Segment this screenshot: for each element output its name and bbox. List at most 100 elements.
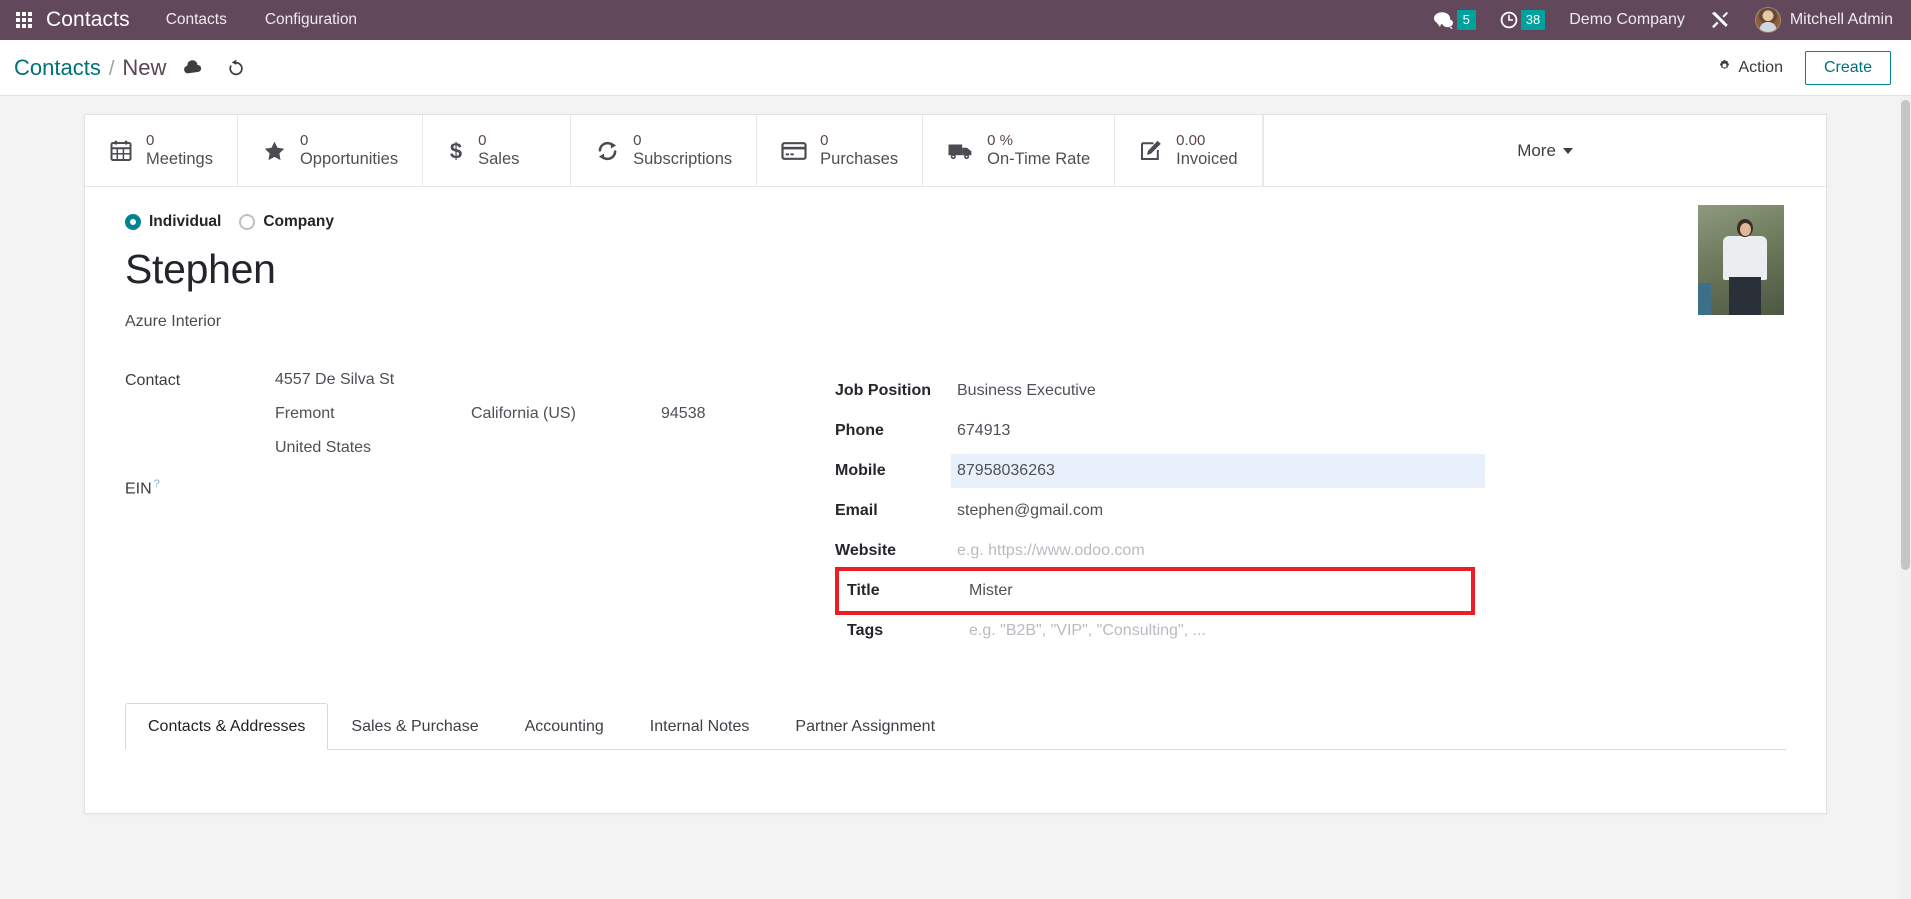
mobile-input[interactable]: 87958036263: [951, 454, 1485, 489]
scrollbar-thumb[interactable]: [1901, 100, 1910, 570]
control-panel: Contacts / New Action Create: [0, 40, 1911, 96]
notebook-panel: [125, 750, 1786, 796]
field-row-tags: Tags e.g. "B2B", "VIP", "Consulting", ..…: [839, 611, 1485, 651]
breadcrumb: Contacts / New: [14, 55, 166, 81]
contact-name-input[interactable]: Stephen: [125, 247, 1786, 292]
job-position-input[interactable]: Business Executive: [951, 374, 1485, 408]
company-switcher[interactable]: Demo Company: [1569, 11, 1685, 29]
stat-button-invoiced[interactable]: 0.00 Invoiced: [1115, 115, 1264, 187]
parent-company-input[interactable]: Azure Interior: [125, 313, 1786, 331]
record-sheet: 0 Meetings 0 Opportunities $ 0 Sales 0 S…: [84, 114, 1827, 814]
breadcrumb-separator: /: [108, 57, 115, 80]
website-label: Website: [835, 542, 897, 560]
email-input[interactable]: stephen@gmail.com: [951, 494, 1485, 528]
breadcrumb-current: New: [122, 54, 167, 80]
stat-value: 0: [146, 132, 155, 149]
tab-partner-assignment[interactable]: Partner Assignment: [772, 703, 958, 750]
activities-counter[interactable]: 38: [1500, 10, 1546, 30]
breadcrumb-contacts[interactable]: Contacts: [14, 55, 101, 81]
zip-input[interactable]: 94538: [661, 405, 706, 423]
messages-counter[interactable]: 5: [1433, 10, 1476, 30]
mobile-label: Mobile: [835, 462, 886, 480]
tags-label: Tags: [847, 622, 884, 640]
svg-text:$: $: [450, 139, 462, 163]
form-background: 0 Meetings 0 Opportunities $ 0 Sales 0 S…: [0, 96, 1911, 899]
stat-button-purchases[interactable]: 0 Purchases: [757, 115, 924, 187]
radio-individual[interactable]: Individual: [125, 213, 221, 231]
field-row-mobile: Mobile 87958036263: [835, 451, 1485, 491]
stat-label: Invoiced: [1176, 149, 1238, 168]
refresh-icon: [595, 139, 620, 163]
dollar-icon: $: [447, 139, 465, 163]
messages-count-badge: 5: [1456, 10, 1476, 30]
pencil-square-icon: [1139, 139, 1163, 163]
address-field-group: Contact 4557 De Silva St Fremont Califor…: [125, 371, 825, 457]
form-columns: Contact 4557 De Silva St Fremont Califor…: [125, 371, 1786, 651]
stat-button-meetings[interactable]: 0 Meetings: [85, 115, 238, 187]
stat-label: Subscriptions: [633, 149, 733, 168]
country-input[interactable]: United States: [275, 439, 825, 457]
more-stat-buttons[interactable]: More: [1263, 115, 1826, 187]
radio-indicator: [239, 214, 256, 231]
stat-button-opportunities[interactable]: 0 Opportunities: [238, 115, 424, 187]
stat-button-sales[interactable]: $ 0 Sales: [423, 115, 572, 187]
notebook-tabs: Contacts & Addresses Sales & Purchase Ac…: [125, 703, 1786, 751]
stat-label: Purchases: [820, 149, 899, 168]
app-brand[interactable]: Contacts: [46, 8, 130, 32]
stat-button-on-time-rate[interactable]: 0 % On-Time Rate: [923, 115, 1116, 187]
credit-card-icon: [781, 141, 807, 161]
ein-field: EIN?: [125, 477, 825, 498]
state-input[interactable]: California (US): [471, 405, 661, 423]
clock-icon: [1500, 11, 1518, 29]
stat-label: Meetings: [146, 149, 213, 168]
city-input[interactable]: Fremont: [275, 405, 471, 423]
more-label: More: [1517, 140, 1556, 160]
radio-company[interactable]: Company: [239, 213, 334, 231]
phone-input[interactable]: 674913: [951, 414, 1485, 448]
undo-icon[interactable]: [226, 58, 246, 78]
question-mark-icon[interactable]: ?: [154, 478, 160, 490]
stat-button-row: 0 Meetings 0 Opportunities $ 0 Sales 0 S…: [85, 115, 1826, 188]
stat-label: Sales: [478, 149, 520, 168]
top-navbar: Contacts Contacts Configuration 5 38 Dem…: [0, 0, 1911, 40]
stat-value: 0: [820, 132, 829, 149]
apps-grid-icon[interactable]: [16, 12, 32, 28]
stat-button-subscriptions[interactable]: 0 Subscriptions: [571, 115, 758, 187]
user-name: Mitchell Admin: [1789, 11, 1893, 28]
gear-icon: [1717, 58, 1732, 78]
nav-item-contacts[interactable]: Contacts: [164, 7, 229, 33]
title-label: Title: [847, 582, 880, 600]
user-menu[interactable]: Mitchell Admin: [1754, 7, 1893, 33]
tags-input[interactable]: e.g. "B2B", "VIP", "Consulting", ...: [963, 614, 1485, 648]
wrench-screwdriver-icon[interactable]: [1709, 9, 1731, 31]
contact-form: Individual Company Stephen Azure Interio…: [85, 187, 1826, 651]
tab-sales-purchase[interactable]: Sales & Purchase: [328, 703, 501, 750]
field-row-phone: Phone 674913: [835, 411, 1485, 451]
ein-label: EIN?: [125, 477, 275, 498]
tab-accounting[interactable]: Accounting: [502, 703, 627, 750]
create-button[interactable]: Create: [1804, 50, 1891, 85]
title-input[interactable]: Mister: [963, 574, 1471, 608]
cloud-upload-icon[interactable]: [182, 59, 204, 77]
truck-icon: [947, 141, 974, 161]
street-input[interactable]: 4557 De Silva St: [275, 371, 825, 389]
action-button-label: Action: [1738, 58, 1783, 76]
ein-label-text: EIN: [125, 480, 152, 498]
website-input[interactable]: e.g. https://www.odoo.com: [951, 534, 1485, 568]
action-button[interactable]: Action: [1717, 58, 1783, 78]
form-column-left: Contact 4557 De Silva St Fremont Califor…: [125, 371, 825, 651]
contact-photo[interactable]: [1698, 205, 1784, 316]
phone-label: Phone: [835, 422, 884, 440]
tab-contacts-addresses[interactable]: Contacts & Addresses: [125, 703, 329, 751]
stat-value: 0: [299, 132, 309, 149]
tab-internal-notes[interactable]: Internal Notes: [627, 703, 773, 750]
field-row-title: Title Mister: [835, 567, 1475, 616]
avatar: [1754, 7, 1781, 33]
contact-address-label: Contact: [125, 372, 181, 390]
stat-value: 0: [633, 132, 642, 149]
field-row-job-position: Job Position Business Executive: [835, 371, 1485, 411]
radio-label: Individual: [149, 213, 222, 231]
nav-item-configuration[interactable]: Configuration: [263, 7, 359, 33]
chat-bubble-icon: [1433, 11, 1454, 29]
stat-label: Opportunities: [299, 149, 399, 168]
